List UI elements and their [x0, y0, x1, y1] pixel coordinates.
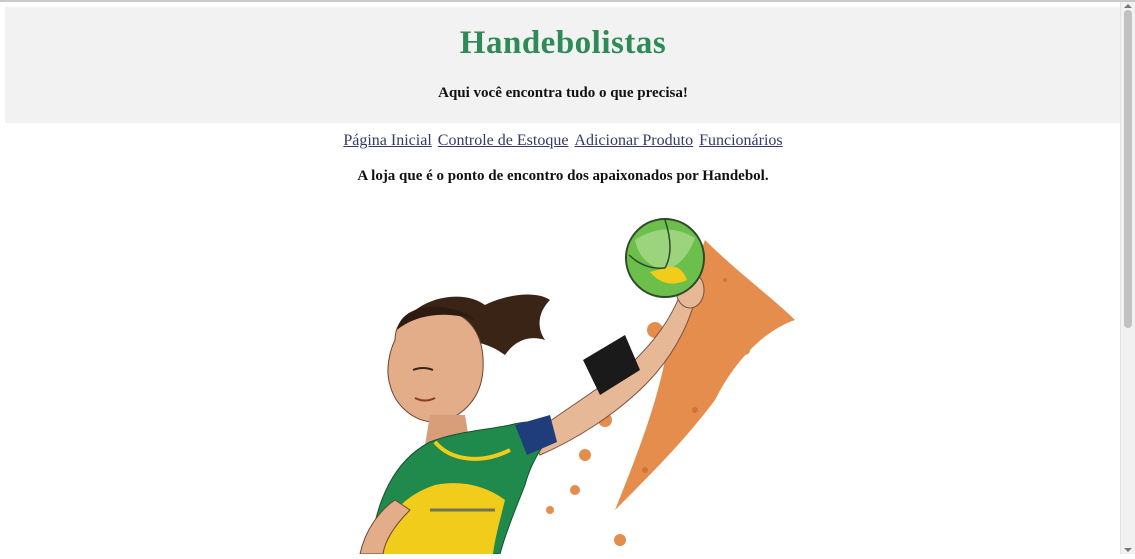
nav-link-funcionarios[interactable]: Funcionários — [699, 132, 783, 149]
handball-ball — [625, 218, 705, 298]
scroll-down-arrow-icon[interactable] — [1124, 548, 1132, 552]
site-tagline: Aqui você encontra tudo o que precisa! — [438, 85, 688, 101]
nav-link-pagina-inicial[interactable]: Página Inicial — [343, 132, 431, 149]
main-navigation: Página Inicial Controle de Estoque Adici… — [5, 132, 1121, 150]
nav-link-controle-estoque[interactable]: Controle de Estoque — [438, 132, 569, 149]
intro-text: A loja que é o ponto de encontro dos apa… — [357, 168, 769, 184]
vertical-scrollbar[interactable] — [1120, 2, 1135, 554]
site-title: Handebolistas — [459, 25, 667, 61]
handball-player-illustration-icon — [359, 218, 795, 555]
site-header: Handebolistas Aqui você encontra tudo o … — [5, 7, 1121, 123]
scroll-up-arrow-icon[interactable] — [1124, 4, 1132, 8]
scrollbar-thumb[interactable] — [1124, 10, 1132, 328]
handball-player-image — [335, 210, 805, 555]
nav-link-adicionar-produto[interactable]: Adicionar Produto — [574, 132, 693, 149]
window-top-border — [0, 0, 1135, 2]
